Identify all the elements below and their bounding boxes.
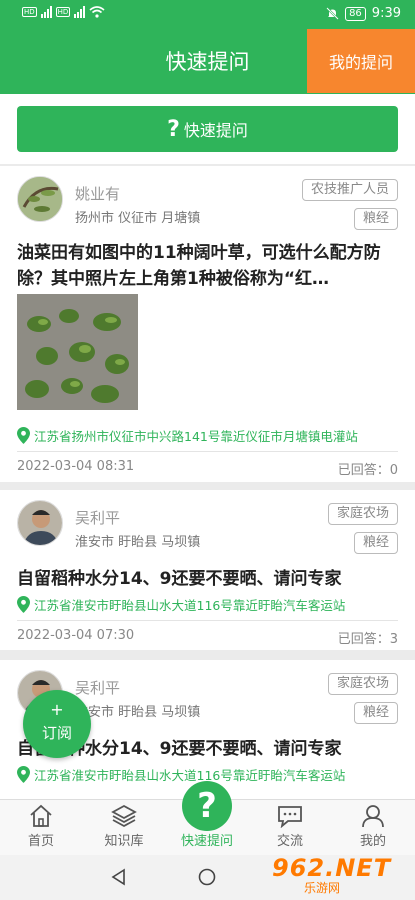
back-icon[interactable]	[110, 868, 128, 886]
location-pin-icon	[17, 427, 30, 444]
wifi-icon	[89, 6, 105, 18]
app-header: HD HD 86 9:39 快速提问 我的提问	[0, 0, 415, 94]
home-icon	[30, 804, 52, 827]
question-card[interactable]: 姚业有 扬州市 仪征市 月塘镇 农技推广人员 粮经 油菜田有如图中的11种阔叶草…	[0, 166, 415, 482]
clock: 9:39	[371, 6, 401, 21]
status-left: HD HD	[22, 6, 105, 18]
my-questions-button[interactable]: 我的提问	[307, 29, 415, 93]
subscribe-button[interactable]: + 订阅	[23, 690, 91, 758]
nav-mine[interactable]: 我的	[338, 804, 408, 849]
nav-home[interactable]: 首页	[6, 804, 76, 849]
answer-count: 已回答：0	[337, 463, 398, 478]
watermark-logo: 962.NET 乐游网	[272, 852, 407, 896]
author-location: 淮安市 盱眙县 马坝镇	[75, 535, 201, 550]
plus-icon: +	[50, 700, 64, 719]
layers-icon	[111, 804, 137, 828]
post-date: 2022-03-04 08:31	[17, 459, 135, 474]
address-text: 江苏省扬州市仪征市中兴路141号靠近仪征市月塘镇电灌站	[34, 429, 358, 444]
watermark-text: 962.NET	[272, 854, 392, 882]
hd-badge: HD	[55, 7, 71, 17]
author-name: 吴利平	[75, 509, 121, 527]
nav-quick-ask[interactable]: 快速提问	[172, 830, 242, 849]
question-address: 江苏省淮安市盱眙县山水大道116号靠近盱眙汽车客运站	[17, 595, 398, 614]
author-location: 淮安市 盱眙县 马坝镇	[75, 705, 201, 720]
ask-area: ? 快速提问	[0, 94, 415, 164]
location-pin-icon	[17, 596, 30, 613]
battery-indicator: 86	[345, 6, 366, 21]
watermark-subtext: 乐游网	[304, 881, 341, 895]
question-photo[interactable]	[17, 294, 138, 410]
hd-badge: HD	[22, 7, 37, 17]
chat-icon	[278, 806, 302, 828]
quick-ask-label: 快速提问	[183, 121, 248, 140]
role-badge: 农技推广人员	[301, 179, 398, 201]
nav-label: 知识库	[104, 834, 144, 849]
status-bar: HD HD 86 9:39	[0, 0, 415, 30]
home-circle-icon[interactable]	[198, 868, 216, 886]
question-card[interactable]: 吴利平 淮安市 盱眙县 马坝镇 家庭农场 粮经 自留稻种水分14、9还要不要晒、…	[0, 490, 415, 650]
nav-label: 我的	[359, 834, 386, 849]
nav-exchange[interactable]: 交流	[255, 804, 325, 849]
question-title[interactable]: 油菜田有如图中的11种阔叶草，可选什么配方防除？其中照片左上角第1种被俗称为“红…	[17, 240, 398, 292]
author-name: 吴利平	[75, 679, 121, 697]
quick-ask-button[interactable]: ? 快速提问	[17, 106, 398, 152]
mute-bell-icon	[326, 7, 339, 20]
signal-icon	[40, 6, 52, 18]
signal-icon	[74, 6, 86, 18]
category-badge: 粮经	[353, 532, 398, 554]
nav-label: 快速提问	[180, 834, 233, 849]
center-question-button[interactable]: ?	[182, 781, 232, 831]
divider	[17, 451, 398, 452]
nav-label: 首页	[27, 834, 54, 849]
avatar	[17, 176, 63, 222]
user-icon	[362, 805, 384, 828]
role-badge: 家庭农场	[327, 503, 398, 525]
nav-knowledge[interactable]: 知识库	[89, 804, 159, 849]
author-name: 姚业有	[75, 185, 121, 203]
status-right: 86 9:39	[326, 6, 401, 21]
address-text: 江苏省淮安市盱眙县山水大道116号靠近盱眙汽车客运站	[34, 598, 346, 613]
address-text: 江苏省淮安市盱眙县山水大道116号靠近盱眙汽车客运站	[34, 768, 346, 783]
post-date: 2022-03-04 07:30	[17, 628, 135, 643]
category-badge: 粮经	[353, 208, 398, 230]
divider	[17, 620, 398, 621]
author-location: 扬州市 仪征市 月塘镇	[75, 211, 201, 226]
question-title[interactable]: 自留稻种水分14、9还要不要晒、请问专家	[17, 566, 398, 592]
avatar	[17, 500, 63, 546]
question-icon: ?	[167, 116, 180, 142]
location-pin-icon	[17, 766, 30, 783]
answer-count: 已回答：3	[337, 632, 398, 647]
nav-label: 交流	[276, 834, 303, 849]
role-badge: 家庭农场	[327, 673, 398, 695]
question-address: 江苏省扬州市仪征市中兴路141号靠近仪征市月塘镇电灌站	[17, 426, 398, 445]
subscribe-label: 订阅	[41, 724, 72, 742]
category-badge: 粮经	[353, 702, 398, 724]
